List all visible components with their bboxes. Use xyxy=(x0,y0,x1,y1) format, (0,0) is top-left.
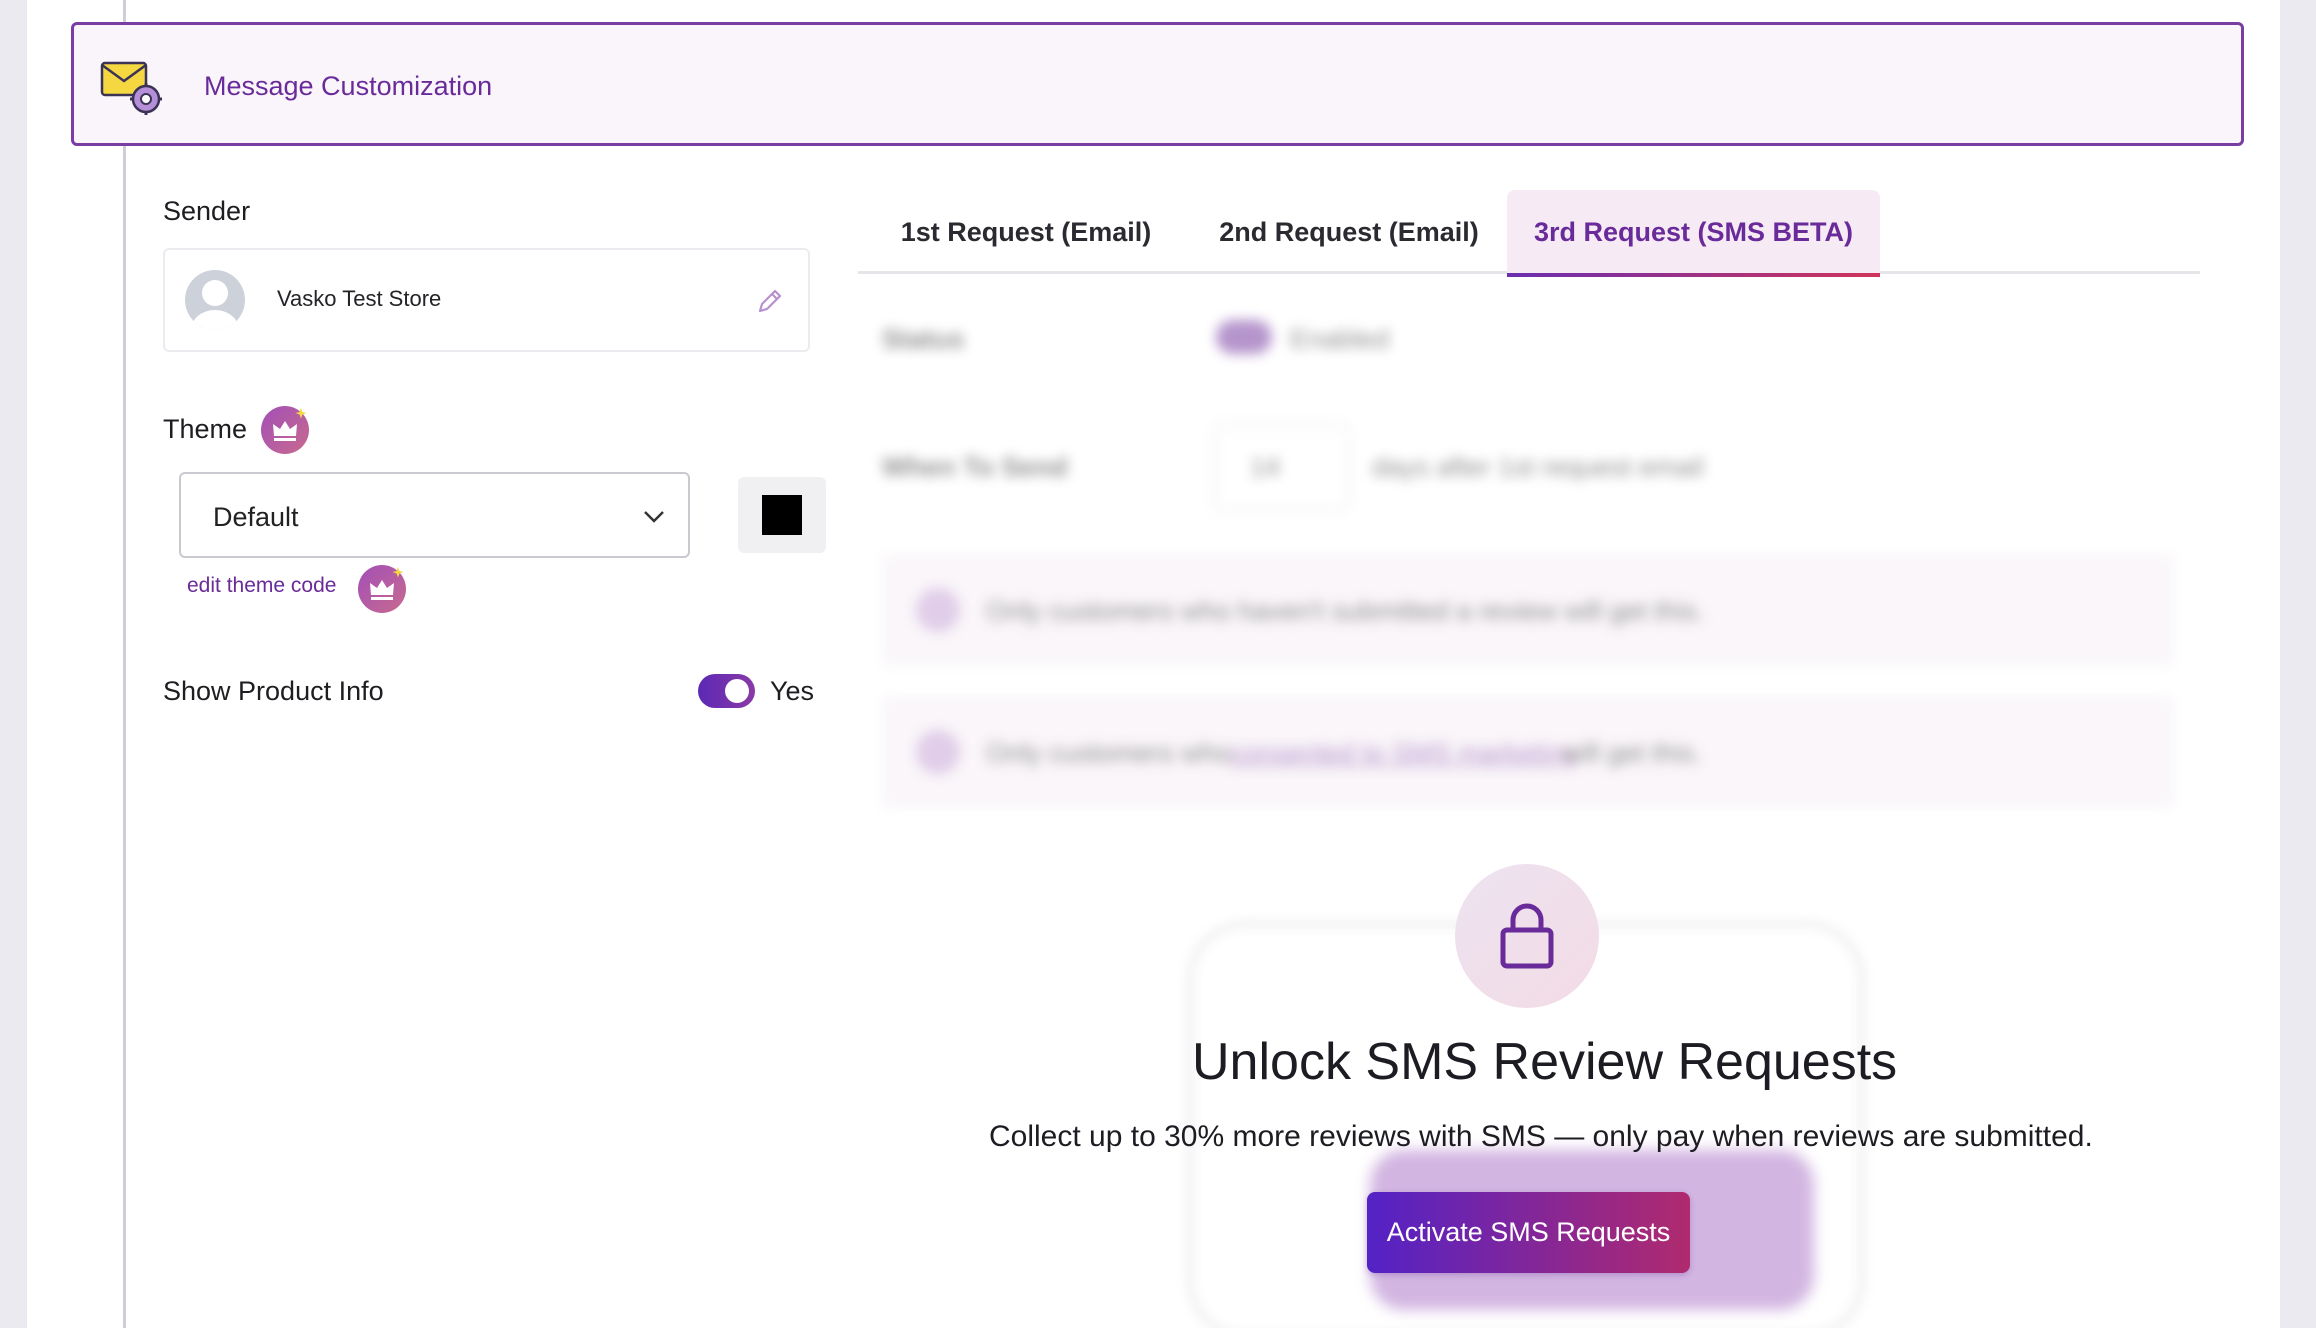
activate-sms-button[interactable]: Activate SMS Requests xyxy=(1367,1192,1690,1273)
condition-text: Only customers who haven't submitted a r… xyxy=(986,596,1704,626)
condition-text-suffix: will get this. xyxy=(1562,738,1702,768)
status-label: Status xyxy=(882,324,965,354)
when-to-send-label: When To Send xyxy=(882,452,1068,482)
condition-row: Only customers who haven't submitted a r… xyxy=(882,554,2174,666)
when-to-send-input xyxy=(1214,424,1350,510)
locked-settings: Status Enabled When To Send 14 days afte… xyxy=(0,0,2316,900)
when-to-send-suffix: days after 1st request email xyxy=(1372,452,1704,482)
status-toggle xyxy=(1216,320,1272,354)
unlock-subtitle: Collect up to 30% more reviews with SMS … xyxy=(989,1120,2093,1153)
condition-row: Only customers who consented to SMS mark… xyxy=(882,696,2174,808)
lock-badge xyxy=(1455,864,1599,1008)
condition-link: consented to SMS marketing xyxy=(1230,738,1577,768)
lock-icon xyxy=(1500,903,1554,969)
status-value: Enabled xyxy=(1290,324,1390,354)
condition-text-prefix: Only customers who xyxy=(986,738,1231,768)
when-to-send-value: 14 xyxy=(1250,452,1281,482)
unlock-title: Unlock SMS Review Requests xyxy=(1192,1033,1898,1091)
